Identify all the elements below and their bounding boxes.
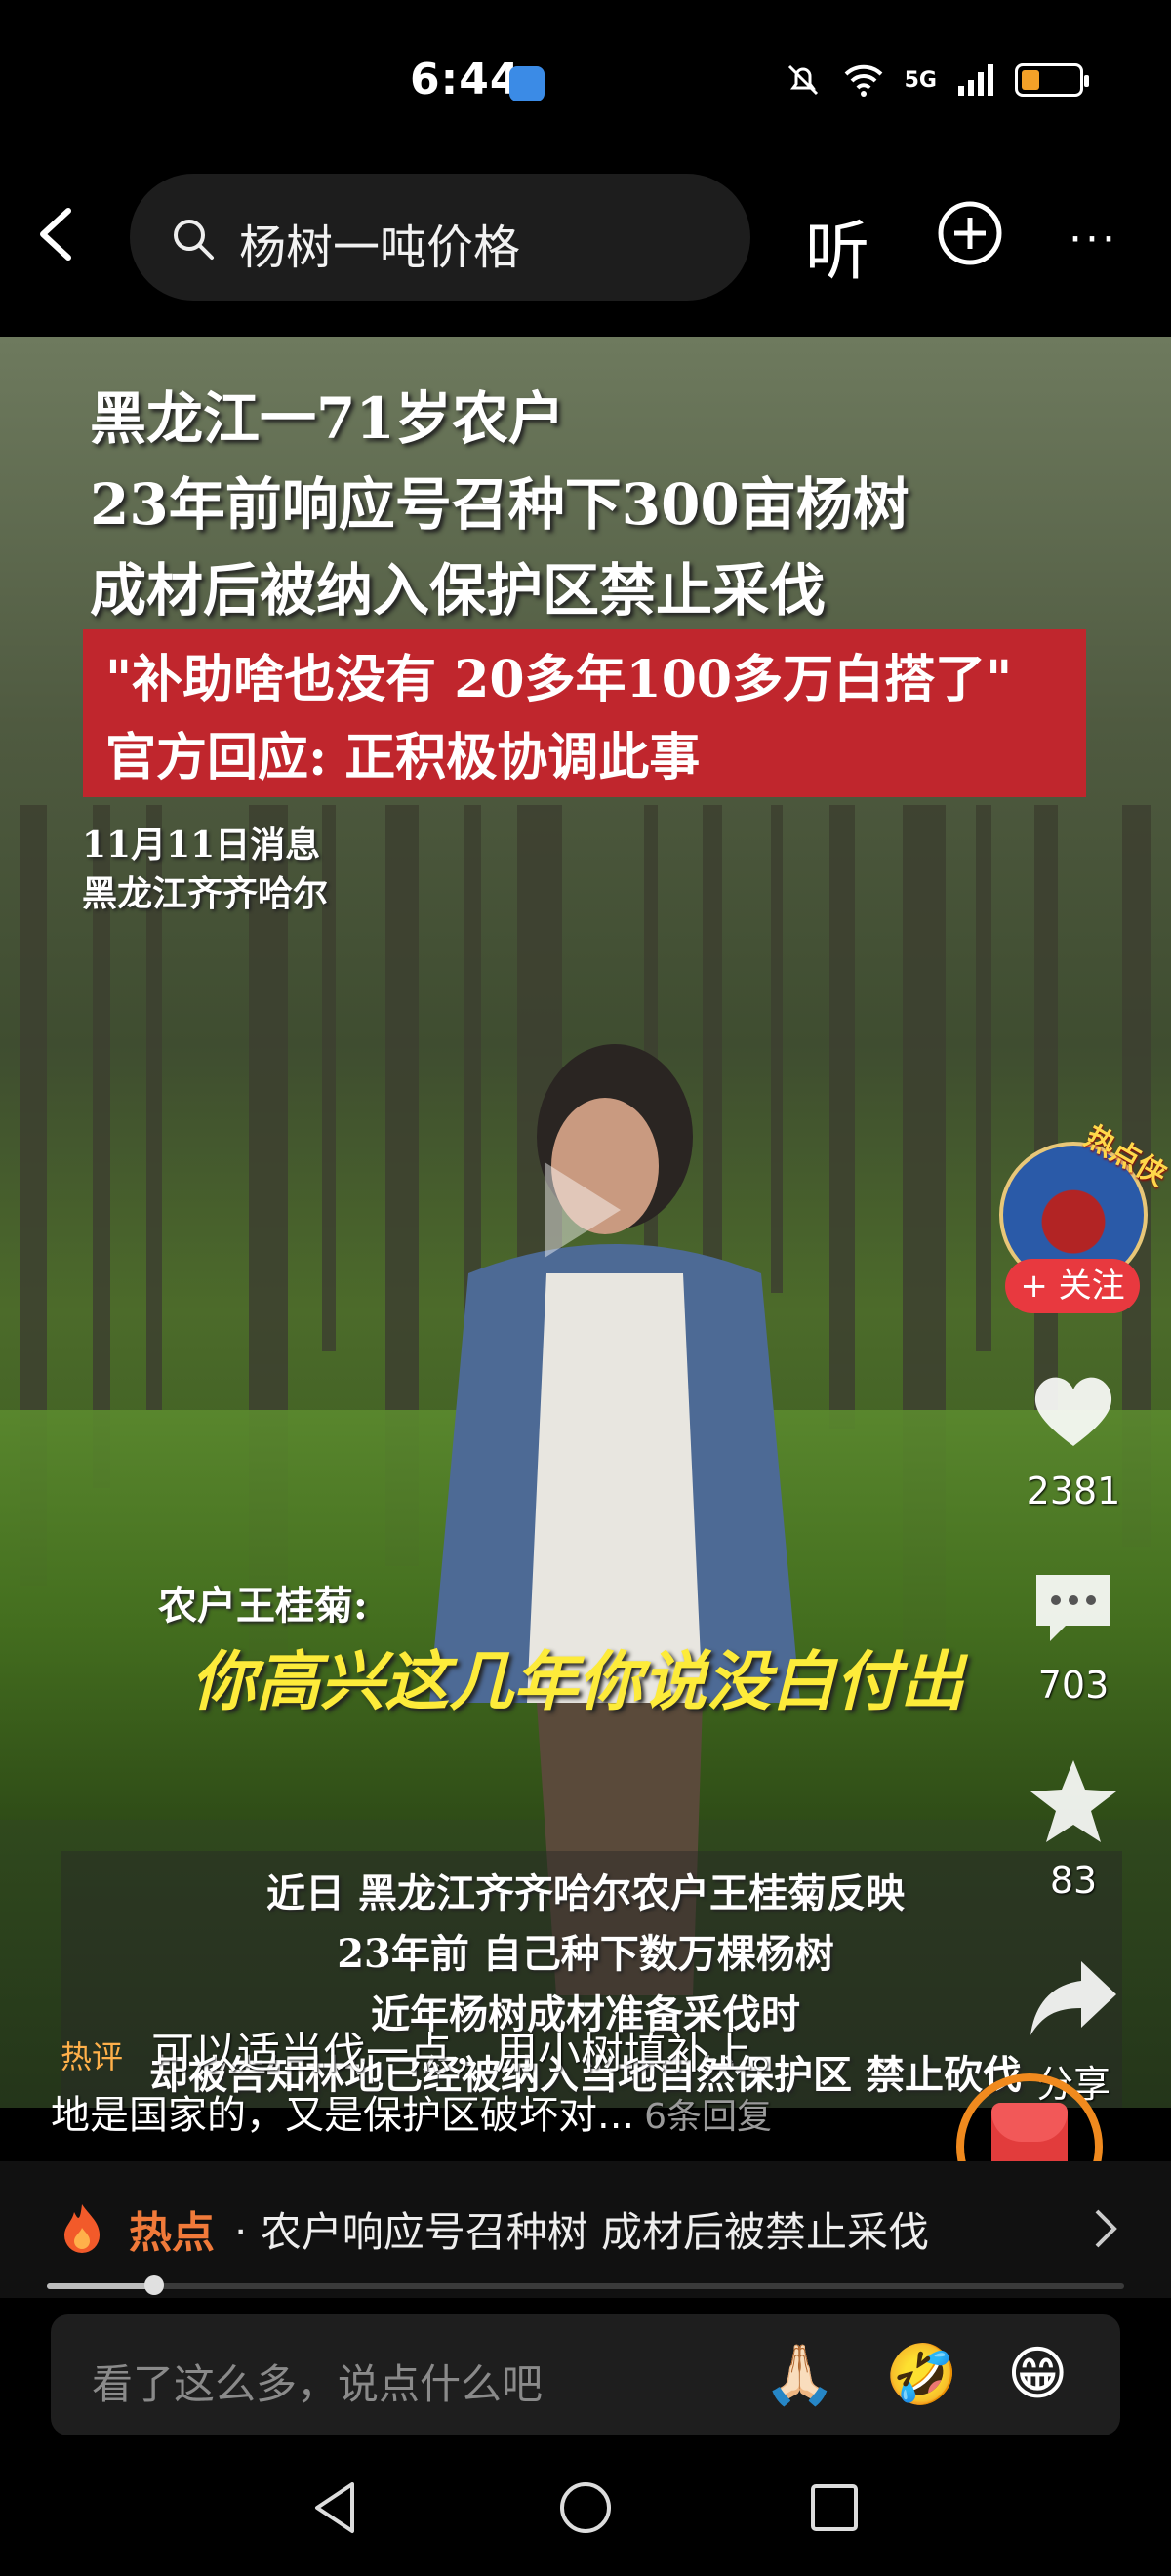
status-time: 6:44 [410,55,521,104]
favorite-star-icon[interactable] [1027,1754,1120,1848]
red-banner-text: "补助啥也没有 20多年100多万白搭了" 官方回应: 正积极协调此事 [105,650,1013,787]
progress-fill [47,2283,154,2289]
favorite-count: 83 [1049,1859,1098,1902]
video-dateline: 11月11日消息 黑龙江齐齐哈尔 [82,825,329,914]
speaker-label: 农户王桂菊: [158,1583,368,1629]
like-heart-icon[interactable] [1027,1364,1120,1458]
mute-bell-icon [787,64,818,96]
emoji-pray-button[interactable]: 🙏🏻 [763,2340,836,2409]
plus-circle-icon[interactable] [937,200,1003,266]
share-arrow-icon[interactable] [1027,1952,1120,2045]
nav-recents-icon[interactable] [805,2478,864,2537]
emoji-grin-button[interactable]: 😁 [1007,2340,1069,2408]
system-nav-bar [0,2459,1171,2576]
wifi-icon [844,64,883,97]
progress-track[interactable] [47,2283,1124,2289]
hot-comment-line-1[interactable]: 可以适当伐一点，用小树填补上。 [151,2018,795,2080]
search-box[interactable]: 杨树一吨价格 [130,174,750,301]
status-bar: 6:44 5G [0,0,1171,166]
play-icon[interactable] [539,1156,626,1264]
hot-topic-tag: 热点 [129,2208,215,2258]
nav-back-icon[interactable] [307,2478,366,2537]
listen-button[interactable]: 听 [805,199,869,293]
chevron-right-icon[interactable] [1091,2207,1120,2250]
follow-button[interactable]: + 关注 [1005,1259,1140,1313]
battery-icon [1015,63,1089,97]
comment-placeholder: 看了这么多，说点什么吧 [92,2360,544,2408]
signal-icon [958,64,993,96]
nav-home-icon[interactable] [556,2478,615,2537]
hot-topic-text[interactable]: · 农户响应号召种树 成材后被禁止采伐 [234,2199,929,2259]
speaker-quote: 你高兴这几年你说没白付出 [191,1643,964,1719]
hot-comment-label: 热评 [61,2038,124,2075]
like-count: 2381 [1026,1469,1121,1512]
more-button[interactable]: ··· [1069,215,1118,264]
search-query: 杨树一吨价格 [239,221,521,275]
video-headline: 黑龙江一71岁农户 23年前响应号召种下300亩杨树 成材后被纳入保护区禁止采伐 [90,385,909,624]
comment-icon[interactable] [1027,1561,1120,1655]
hot-comment-line-2[interactable]: 地是国家的，又是保护区破坏对... 6条回复 [51,2083,772,2140]
app-notification-icon [509,66,545,101]
network-label: 5G [904,67,937,93]
video-player[interactable]: 黑龙江一71岁农户 23年前响应号召种下300亩杨树 成材后被纳入保护区禁止采伐… [0,337,1171,2108]
fire-icon [64,2204,100,2253]
reply-count[interactable]: 6条回复 [644,2097,772,2137]
status-icons: 5G [784,60,1089,100]
search-icon [174,220,214,260]
emoji-laugh-button[interactable]: 🤣 [885,2340,958,2409]
progress-knob[interactable] [144,2275,164,2295]
back-button[interactable] [29,205,88,263]
comment-input[interactable]: 看了这么多，说点什么吧 🙏🏻 🤣 😁 [51,2314,1120,2435]
comment-count: 703 [1037,1664,1110,1707]
